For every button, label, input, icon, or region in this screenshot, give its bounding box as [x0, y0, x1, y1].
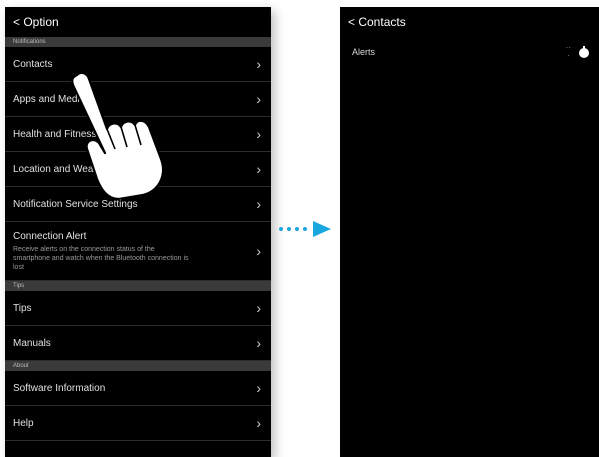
row-software-information[interactable]: Software Information ›	[5, 371, 271, 406]
right-phone-screen: < Contacts Alerts ·· ·	[340, 7, 599, 457]
chevron-right-icon: ›	[256, 243, 261, 259]
row-label: Software Information	[13, 382, 106, 394]
chevron-right-icon: ›	[256, 126, 261, 142]
row-manuals[interactable]: Manuals ›	[5, 326, 271, 361]
chevron-right-icon: ›	[256, 415, 261, 431]
about-list: Software Information › Help ›	[5, 371, 271, 441]
row-label: Tips	[13, 302, 32, 314]
row-label: Notification Service Settings	[13, 198, 138, 210]
section-header-tips: Tips	[5, 281, 271, 291]
chevron-right-icon: ›	[256, 196, 261, 212]
row-help[interactable]: Help ›	[5, 406, 271, 441]
back-button[interactable]: < Option	[13, 15, 59, 29]
chevron-right-icon: ›	[256, 300, 261, 316]
nav-bar: < Contacts	[340, 7, 599, 37]
alerts-row[interactable]: Alerts ·· ·	[340, 37, 599, 63]
chevron-right-icon: ›	[256, 91, 261, 107]
alerts-label: Alerts	[352, 47, 376, 57]
alerts-controls: ·· ·	[566, 44, 591, 60]
section-header-about: About	[5, 361, 271, 371]
chevron-right-icon: ›	[256, 380, 261, 396]
section-header-notifications: Notifications	[5, 37, 271, 47]
row-label: Manuals	[13, 337, 51, 349]
chevron-right-icon: ›	[256, 335, 261, 351]
row-label: Help	[13, 417, 34, 429]
tips-list: Tips › Manuals ›	[5, 291, 271, 361]
row-connection-alert[interactable]: Connection Alert Receive alerts on the c…	[5, 222, 271, 281]
bell-toggle-icon[interactable]	[577, 45, 591, 59]
chevron-right-icon: ›	[256, 161, 261, 177]
dotted-arrow-right-icon	[279, 221, 331, 237]
row-label: Contacts	[13, 58, 53, 70]
back-button[interactable]: < Contacts	[348, 15, 406, 29]
toggle-indicator-icon: ·· ·	[565, 43, 571, 60]
row-subtitle: Receive alerts on the connection status …	[13, 245, 189, 271]
row-tips[interactable]: Tips ›	[5, 291, 271, 326]
tap-hand-icon	[71, 71, 165, 199]
row-label: Connection Alert	[13, 230, 87, 242]
nav-bar: < Option	[5, 7, 271, 37]
left-phone-screen: < Option Notifications Contacts › Apps a…	[5, 7, 271, 457]
chevron-right-icon: ›	[256, 56, 261, 72]
